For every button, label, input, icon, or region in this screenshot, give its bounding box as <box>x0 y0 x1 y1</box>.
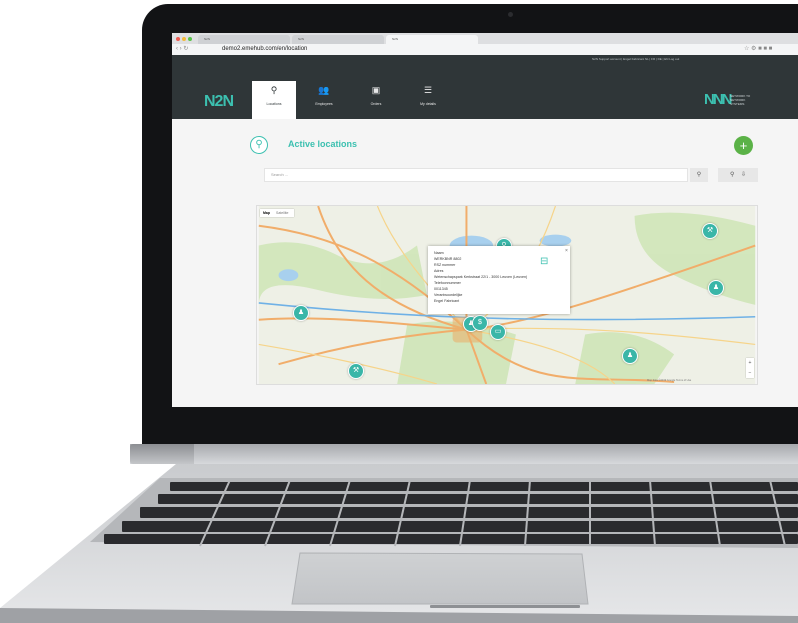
location-marker[interactable]: $ <box>472 315 488 331</box>
page-title: Active locations <box>288 139 358 149</box>
nnn-brand-logo: NNN <box>704 91 732 108</box>
popup-line: Engel Fabricant <box>434 299 460 303</box>
location-marker[interactable]: ♟ <box>293 305 309 321</box>
url-text[interactable]: demo2.emehub.com/en/location <box>222 45 307 54</box>
laptop-screen: N2N N2N N2N ‹ › ↻ demo2.emehub.com/en/lo… <box>172 33 798 407</box>
satellite-option[interactable]: Satellite <box>273 211 291 215</box>
location-marker[interactable]: ⚒ <box>348 363 364 379</box>
location-marker[interactable]: ♟ <box>622 348 638 364</box>
account-info[interactable]: N2N Support account | Engel Fabricant NL… <box>592 57 679 61</box>
laptop-base <box>0 464 798 623</box>
download-icon[interactable]: ⇩ <box>741 172 746 178</box>
nav-label: Employees <box>315 102 333 106</box>
location-marker[interactable]: ▭ <box>490 324 506 340</box>
popup-line: Telefoonnummer <box>434 281 461 285</box>
popup-line: Adres <box>434 269 444 273</box>
search-input[interactable]: Search ... <box>264 168 688 182</box>
location-marker[interactable]: ♟ <box>708 280 724 296</box>
popup-line: Wetenschapspark Kerkstraat 22/1 - 3000 L… <box>434 275 528 279</box>
browser-tab-active[interactable]: N2N <box>386 35 478 44</box>
close-window-dot[interactable] <box>176 37 180 41</box>
bus-icon: ⊟ <box>540 256 549 267</box>
maximize-window-dot[interactable] <box>188 37 192 41</box>
location-pin-icon: ⚲ <box>250 136 268 154</box>
popup-close-icon[interactable]: × <box>565 248 568 254</box>
nav-tab-my-details[interactable]: ☰ My details <box>406 81 450 119</box>
map-attribution: Map data ©2019 Google Terms of Use <box>647 379 692 382</box>
add-location-button[interactable]: + <box>734 136 753 155</box>
zoom-in-icon[interactable]: + <box>749 360 752 366</box>
clipboard-icon: ▣ <box>371 85 381 95</box>
users-icon: 👥 <box>318 85 330 95</box>
browser-extension-icons[interactable]: ☆ ⚙ ■ ■ ■ <box>744 45 772 54</box>
nav-tab-orders[interactable]: ▣ Orders <box>354 81 398 119</box>
nav-label: Orders <box>370 102 382 106</box>
zoom-out-icon[interactable]: − <box>749 370 752 376</box>
map-zoom-control[interactable]: + − <box>746 358 754 378</box>
nav-tab-locations[interactable]: ⚲ Locations <box>252 81 296 119</box>
pin-icon: ⚲ <box>270 85 278 95</box>
search-icon: ⚲ <box>696 172 702 178</box>
map-tools[interactable]: ⚲ ⇩ <box>718 168 758 182</box>
popup-line: 0011345 <box>434 287 448 291</box>
minimize-window-dot[interactable] <box>182 37 186 41</box>
popup-line: Naam <box>434 251 444 255</box>
browser-tab[interactable]: N2N <box>198 35 290 44</box>
list-icon: ☰ <box>423 85 433 95</box>
browser-tab-bar: N2N N2N N2N <box>172 33 798 44</box>
popup-line: Verantwoordelijke <box>434 293 463 297</box>
map-option[interactable]: Map <box>260 211 273 215</box>
brand-tagline: NETWORK TO NETWORK SYSTEMS <box>730 94 751 106</box>
nav-arrows-icon[interactable]: ‹ › ↻ <box>176 45 188 54</box>
popup-line: WERKBNR 8802 <box>434 257 462 261</box>
search-button[interactable]: ⚲ <box>690 168 708 182</box>
nav-tab-employees[interactable]: 👥 Employees <box>302 81 346 119</box>
webcam <box>508 12 513 17</box>
popup-line: RSZ nummer <box>434 263 456 267</box>
map-type-toggle[interactable]: Map Satellite <box>260 209 294 217</box>
browser-tab[interactable]: N2N <box>292 35 384 44</box>
n2n-logo: N2N <box>204 93 234 110</box>
nav-label: My details <box>420 102 436 106</box>
location-marker[interactable]: ⚒ <box>702 223 718 239</box>
location-info-popup: Naam WERKBNR 8802 RSZ nummer Adres Weten… <box>428 246 570 314</box>
nav-label: Locations <box>266 102 282 106</box>
pin-filter-icon[interactable]: ⚲ <box>730 172 734 178</box>
